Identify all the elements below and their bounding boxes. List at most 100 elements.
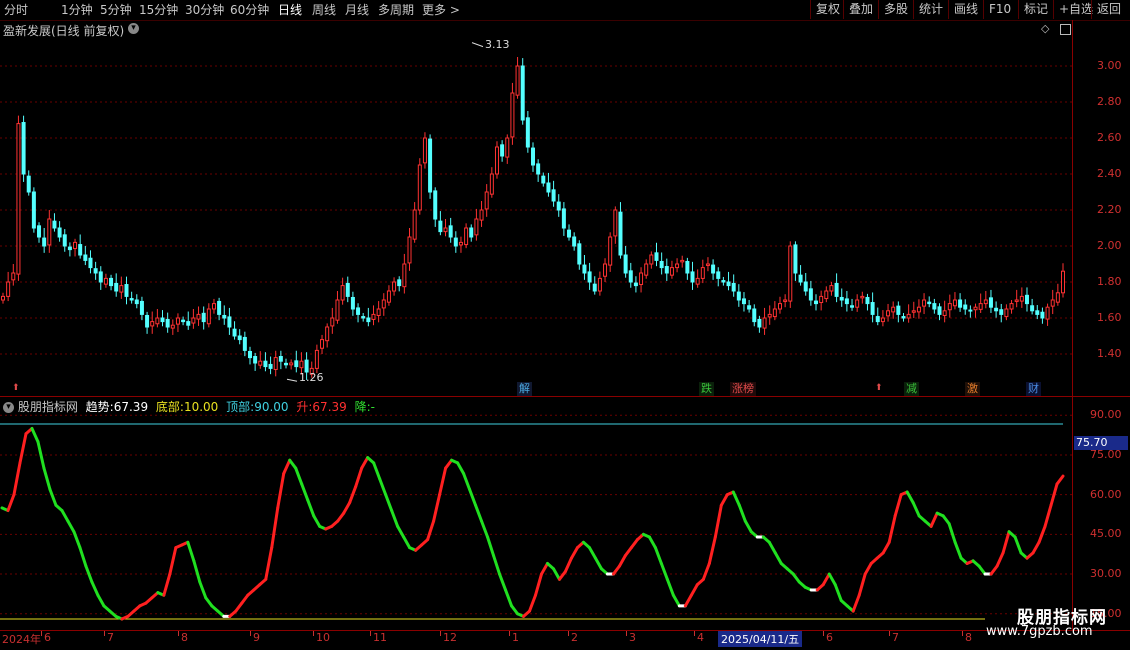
candle-body: [937, 306, 942, 315]
tab-fenshi[interactable]: 分时: [4, 2, 28, 18]
price-tick-label: 3.00: [1097, 59, 1122, 72]
tab-monthly[interactable]: 月线: [345, 2, 369, 18]
trend-line-segment: [953, 540, 963, 560]
candle-body: [973, 306, 978, 311]
fuquan-button[interactable]: 复权: [810, 0, 845, 19]
indicator-tick-label: 90.00: [1090, 408, 1122, 422]
trend-line-segment: [66, 519, 76, 534]
trend-line-segment: [551, 567, 561, 581]
candle-body: [700, 267, 705, 279]
statistics-button[interactable]: 统计: [913, 0, 948, 19]
trend-line-segment: [731, 490, 741, 507]
event-badge-unlock[interactable]: 解: [517, 382, 532, 396]
trend-line-segment: [533, 572, 543, 597]
candle-body: [345, 282, 350, 297]
draw-line-button[interactable]: 画线: [948, 0, 983, 19]
tab-daily[interactable]: 日线: [278, 2, 302, 18]
candle-body: [597, 277, 602, 292]
trend-line-segment: [60, 509, 70, 523]
candle-body: [361, 316, 366, 319]
trend-line-segment: [456, 461, 466, 475]
event-badge-finance[interactable]: 财: [1026, 382, 1041, 396]
date-tick-label: 3: [629, 631, 636, 644]
tab-more[interactable]: 更多 >: [422, 2, 460, 18]
back-button[interactable]: 返回: [1091, 0, 1126, 19]
candle-body: [829, 285, 834, 292]
candle-body: [690, 271, 695, 283]
candle-body: [505, 137, 510, 158]
candle-body: [644, 263, 649, 276]
trend-line-segment: [617, 554, 627, 568]
trend-line-segment: [929, 511, 939, 528]
watermark-url: www.7gpzb.com: [986, 624, 1093, 639]
trend-line-segment: [947, 522, 957, 544]
candle-body: [196, 313, 201, 320]
trend-line-segment: [480, 519, 490, 539]
trend-line-segment: [372, 461, 382, 481]
candle-body: [397, 279, 402, 287]
candle-body: [901, 316, 906, 319]
trend-line-segment: [426, 519, 436, 542]
candle-body: [412, 209, 417, 240]
event-arrow-icon[interactable]: ⬆: [12, 383, 20, 393]
tab-5min[interactable]: 5分钟: [100, 2, 132, 18]
price-tick-label: 2.80: [1097, 95, 1122, 108]
event-badge-fall[interactable]: 跌: [699, 382, 714, 396]
date-tick-label: 8: [181, 631, 188, 644]
event-badge-incentive[interactable]: 激: [965, 382, 980, 396]
candle-body: [772, 308, 777, 318]
candle-body: [839, 296, 844, 301]
trend-line-segment: [665, 577, 675, 597]
candle-body: [464, 227, 469, 246]
candle-body: [57, 227, 62, 238]
date-tick-label: 7: [107, 631, 114, 644]
tab-weekly[interactable]: 周线: [312, 2, 336, 18]
trend-line-segment: [593, 556, 603, 571]
candle-body: [520, 65, 525, 121]
candle-body: [711, 264, 716, 274]
candle-body: [716, 271, 721, 279]
candle-body: [603, 263, 608, 277]
candle-body: [392, 281, 397, 292]
current-value-marker: 75.70: [1074, 436, 1128, 450]
multi-stock-button[interactable]: 多股: [878, 0, 913, 19]
tab-multi-period[interactable]: 多周期: [378, 2, 414, 18]
candle-body: [402, 263, 407, 288]
event-badge-reduce[interactable]: 减: [904, 382, 919, 396]
candle-body: [572, 236, 577, 247]
trend-line-segment: [905, 490, 915, 505]
overlay-button[interactable]: 叠加: [843, 0, 878, 19]
trend-line-segment: [995, 551, 1005, 568]
trend-line-segment: [659, 561, 669, 581]
candle-body: [834, 282, 839, 297]
date-tick-mark: [41, 631, 42, 636]
candle-body: [145, 314, 150, 328]
candle-body: [494, 146, 499, 175]
date-tick-mark: [694, 631, 695, 636]
candle-body: [911, 310, 916, 313]
tab-60min[interactable]: 60分钟: [230, 2, 269, 18]
candle-body: [952, 299, 957, 307]
date-tick-label: 6: [826, 631, 833, 644]
trend-line-segment: [384, 493, 394, 513]
mark-button[interactable]: 标记: [1018, 0, 1053, 19]
candle-body: [428, 138, 433, 193]
candle-body: [551, 189, 556, 202]
candle-body: [567, 229, 572, 238]
tab-1min[interactable]: 1分钟: [61, 2, 93, 18]
candle-body: [819, 295, 824, 304]
candle-body: [721, 280, 726, 283]
tab-30min[interactable]: 30分钟: [185, 2, 224, 18]
candle-body: [103, 277, 108, 285]
event-arrow-icon[interactable]: ⬆: [875, 383, 883, 393]
price-tick-label: 1.40: [1097, 347, 1122, 360]
candle-body: [474, 218, 479, 236]
candle-body: [814, 300, 819, 305]
tab-15min[interactable]: 15分钟: [139, 2, 178, 18]
candle-body: [325, 326, 330, 342]
indicator-chart[interactable]: [0, 397, 1072, 630]
candle-body: [484, 191, 489, 210]
event-badge-rise-list[interactable]: 涨榜: [730, 382, 756, 396]
candlestick-chart[interactable]: [0, 20, 1072, 396]
f10-button[interactable]: F10: [983, 0, 1016, 19]
